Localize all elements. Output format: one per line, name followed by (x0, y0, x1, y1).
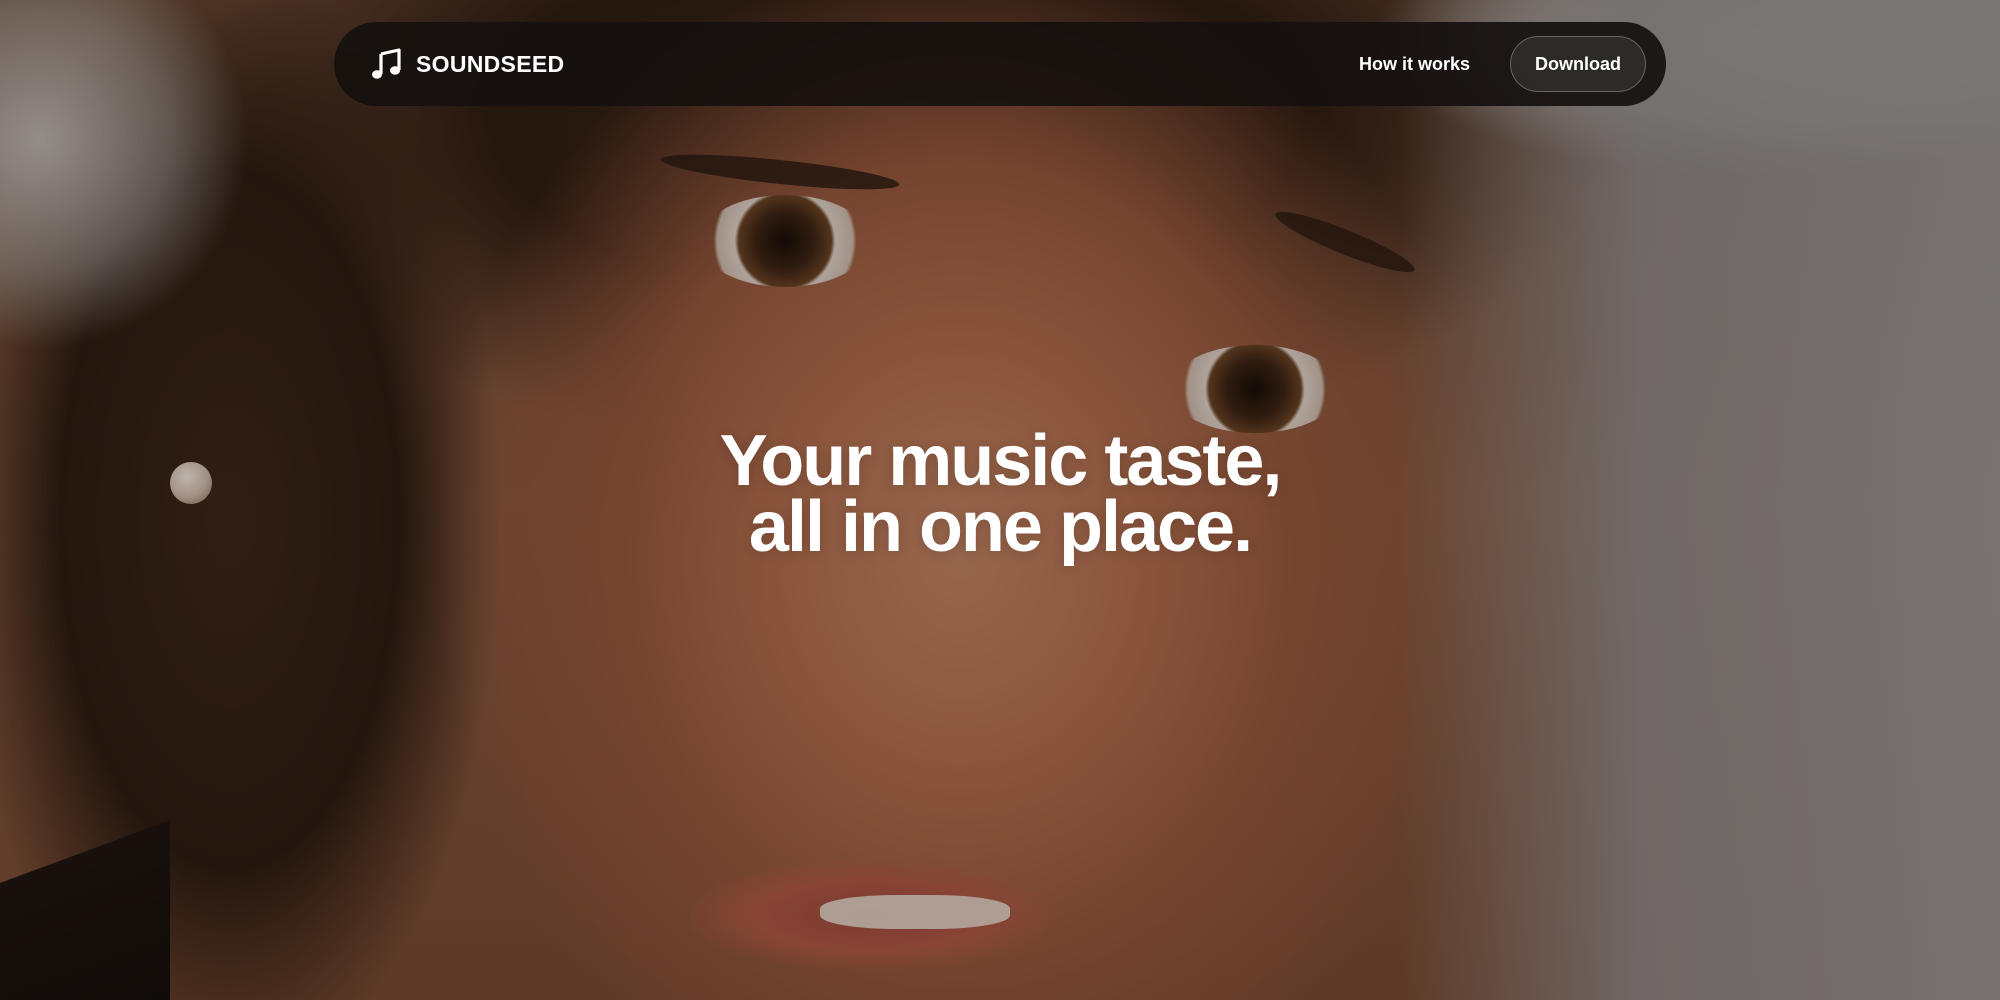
brand-name: SOUNDSEED (416, 50, 565, 77)
music-note-icon (370, 47, 402, 81)
brand-logo[interactable]: SOUNDSEED (370, 47, 564, 81)
download-button[interactable]: Download (1510, 36, 1646, 92)
hero-section: SOUNDSEED How it works Download Your mus… (0, 0, 2000, 1000)
headline-line-2: all in one place. (748, 487, 1253, 567)
nav-link-how-it-works[interactable]: How it works (1359, 54, 1470, 75)
top-navbar: SOUNDSEED How it works Download (334, 22, 1666, 106)
nav-actions: How it works Download (1359, 36, 1646, 92)
hero-headline: Your music taste, all in one place. (0, 421, 2000, 567)
headline-line-1: Your music taste, (719, 421, 1283, 501)
